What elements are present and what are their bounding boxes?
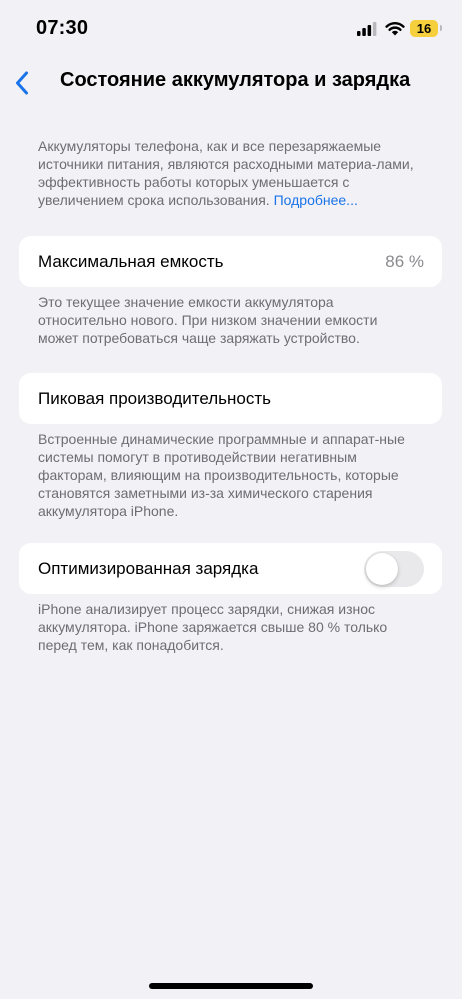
status-time: 07:30 bbox=[36, 17, 89, 39]
battery-icon: 16 bbox=[410, 20, 438, 37]
wifi-icon bbox=[385, 22, 405, 36]
optimized-charging-footnote: iPhone анализирует процесс зарядки, сниж… bbox=[38, 601, 388, 653]
status-bar: 07:30 16 bbox=[0, 0, 462, 58]
max-capacity-value: 86 % bbox=[385, 251, 424, 271]
optimized-charging-row: Оптимизированная зарядка bbox=[19, 543, 442, 594]
intro-footnote: Аккумуляторы телефона, как и все перезар… bbox=[38, 137, 418, 209]
max-capacity-row: Максимальная емкость 86 % bbox=[19, 236, 442, 287]
peak-performance-row: Пиковая производительность bbox=[19, 373, 442, 424]
optimized-charging-label: Оптимизированная зарядка bbox=[38, 558, 259, 578]
peak-performance-label: Пиковая производительность bbox=[38, 388, 272, 408]
max-capacity-label: Максимальная емкость bbox=[38, 251, 224, 271]
chevron-left-icon bbox=[16, 71, 28, 95]
toggle-knob bbox=[366, 552, 398, 585]
optimized-charging-toggle[interactable] bbox=[364, 550, 424, 587]
cellular-signal-icon bbox=[357, 22, 377, 36]
max-capacity-footnote: Это текущее значение емкости аккумулятор… bbox=[38, 294, 378, 346]
peak-performance-footnote: Встроенные динамические программные и ап… bbox=[38, 431, 405, 519]
learn-more-link[interactable]: Подробнее... bbox=[274, 192, 358, 208]
home-indicator[interactable] bbox=[149, 983, 313, 989]
page-title: Состояние аккумулятора и зарядка bbox=[60, 69, 411, 91]
back-button[interactable] bbox=[8, 66, 36, 100]
battery-cap bbox=[440, 25, 442, 31]
